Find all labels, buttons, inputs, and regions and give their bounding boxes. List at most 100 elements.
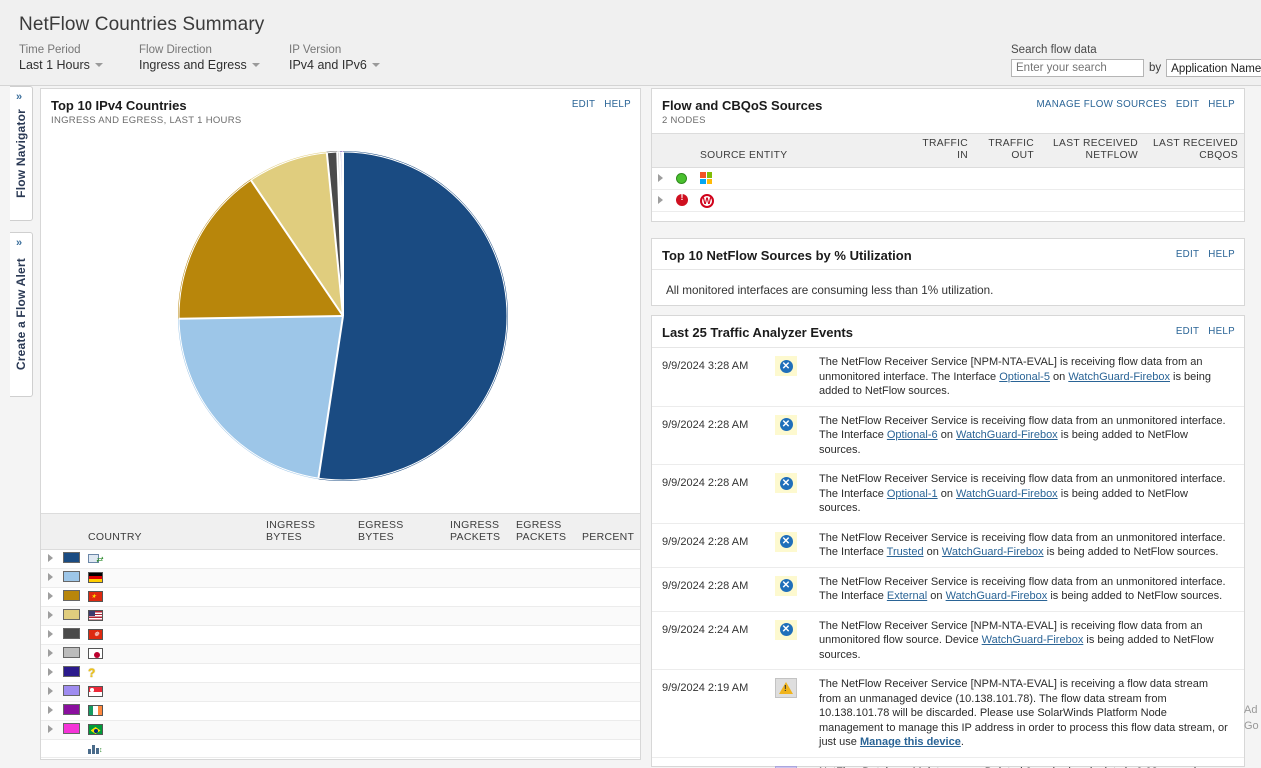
- tab-flow-navigator[interactable]: » Flow Navigator: [10, 86, 33, 221]
- event-link[interactable]: WatchGuard-Firebox: [942, 546, 1044, 558]
- event-link[interactable]: WatchGuard-Firebox: [956, 429, 1058, 441]
- chevron-right-icon: »: [16, 237, 22, 249]
- expand-toggle-icon[interactable]: [48, 706, 53, 714]
- expand-toggle-icon[interactable]: [48, 630, 53, 638]
- row-expand-cell[interactable]: [41, 626, 59, 645]
- table-row[interactable]: ❁: [41, 626, 640, 645]
- chevron-down-icon[interactable]: [252, 63, 260, 67]
- table-row[interactable]: [41, 702, 640, 721]
- expand-toggle-icon[interactable]: [48, 554, 53, 562]
- expand-toggle-icon[interactable]: [48, 611, 53, 619]
- search-input[interactable]: [1011, 59, 1144, 77]
- table-row[interactable]: [41, 683, 640, 702]
- row-country-cell[interactable]: [84, 702, 262, 721]
- src-col-traffic-out: TRAFFIC OUT: [974, 134, 1040, 168]
- src-row-traffic-out: [974, 168, 1040, 190]
- expand-toggle-icon[interactable]: [48, 668, 53, 676]
- expand-toggle-icon[interactable]: [48, 649, 53, 657]
- row-expand-cell[interactable]: [41, 683, 59, 702]
- expand-toggle-icon[interactable]: [48, 592, 53, 600]
- row-expand-cell[interactable]: [41, 550, 59, 569]
- row-country-cell[interactable]: ↕: [84, 740, 262, 758]
- row-country-cell[interactable]: ★: [84, 588, 262, 607]
- event-link[interactable]: Optional-6: [887, 429, 938, 441]
- table-row[interactable]: [41, 721, 640, 740]
- table-row[interactable]: ↕: [41, 740, 640, 758]
- countries-edit-link[interactable]: EDIT: [572, 99, 595, 110]
- event-message: The NetFlow Receiver Service [NPM-NTA-EV…: [819, 677, 1236, 750]
- row-expand-cell[interactable]: [41, 588, 59, 607]
- sources-help-link[interactable]: HELP: [1208, 99, 1235, 110]
- events-help-link[interactable]: HELP: [1208, 326, 1235, 337]
- table-row[interactable]: ?: [41, 664, 640, 683]
- table-row[interactable]: [41, 569, 640, 588]
- manage-flow-sources-link[interactable]: MANAGE FLOW SOURCES: [1036, 99, 1166, 110]
- filter-flow-direction-value[interactable]: Ingress and Egress: [139, 57, 269, 73]
- util-panel-actions: EDIT HELP: [1170, 249, 1235, 260]
- src-row-entity[interactable]: [694, 168, 902, 190]
- countries-table: COUNTRY INGRESS BYTES EGRESS BYTES INGRE…: [41, 513, 640, 758]
- table-row[interactable]: W: [652, 190, 1244, 212]
- util-edit-link[interactable]: EDIT: [1176, 249, 1199, 260]
- table-row[interactable]: ★: [41, 588, 640, 607]
- row-expand-cell[interactable]: [41, 664, 59, 683]
- chevron-down-icon[interactable]: [95, 63, 103, 67]
- table-row[interactable]: [652, 168, 1244, 190]
- row-country-cell[interactable]: [84, 721, 262, 740]
- expand-toggle-icon[interactable]: [48, 725, 53, 733]
- event-link[interactable]: WatchGuard-Firebox: [956, 488, 1058, 500]
- sources-edit-link[interactable]: EDIT: [1176, 99, 1199, 110]
- row-ingress-packets: [446, 683, 512, 702]
- watchguard-logo-icon: W: [700, 194, 714, 208]
- chevron-down-icon[interactable]: [372, 63, 380, 67]
- row-expand-cell[interactable]: [41, 569, 59, 588]
- table-row[interactable]: [41, 607, 640, 626]
- table-row[interactable]: ⇄: [41, 550, 640, 569]
- tab-create-flow-alert[interactable]: » Create a Flow Alert: [10, 232, 33, 397]
- table-row[interactable]: [41, 645, 640, 664]
- event-link[interactable]: Optional-5: [999, 371, 1050, 383]
- expand-toggle-icon[interactable]: [658, 196, 663, 204]
- row-country-cell[interactable]: [84, 683, 262, 702]
- row-expand-cell[interactable]: [41, 702, 59, 721]
- event-row: 9/9/2024 2:28 AM✕The NetFlow Receiver Se…: [652, 465, 1244, 524]
- row-expand-cell[interactable]: [41, 721, 59, 740]
- row-country-cell[interactable]: [84, 607, 262, 626]
- src-row-expand[interactable]: [652, 190, 670, 212]
- filter-time-period[interactable]: Time Period Last 1 Hours: [19, 44, 119, 73]
- event-link[interactable]: External: [887, 590, 927, 602]
- event-timestamp: 9/9/2024 1:30 AM: [662, 765, 767, 768]
- row-expand-cell[interactable]: [41, 645, 59, 664]
- filter-ip-version[interactable]: IP Version IPv4 and IPv6: [289, 44, 399, 73]
- event-icon-cell: ✕: [767, 531, 819, 553]
- row-country-cell[interactable]: [84, 569, 262, 588]
- row-country-cell[interactable]: ?: [84, 664, 262, 683]
- src-row-expand[interactable]: [652, 168, 670, 190]
- events-edit-link[interactable]: EDIT: [1176, 326, 1199, 337]
- expand-toggle-icon[interactable]: [658, 174, 663, 182]
- event-link[interactable]: Manage this device: [860, 736, 961, 748]
- info-glyph: ✕: [780, 579, 793, 592]
- event-link[interactable]: Trusted: [887, 546, 924, 558]
- event-link[interactable]: Optional-1: [887, 488, 938, 500]
- row-country-cell[interactable]: ❁: [84, 626, 262, 645]
- util-help-link[interactable]: HELP: [1208, 249, 1235, 260]
- event-link[interactable]: WatchGuard-Firebox: [1068, 371, 1170, 383]
- event-link[interactable]: WatchGuard-Firebox: [982, 634, 1084, 646]
- filter-ip-version-value[interactable]: IPv4 and IPv6: [289, 57, 399, 73]
- event-icon-cell: ✕: [767, 414, 819, 436]
- expand-toggle-icon[interactable]: [48, 573, 53, 581]
- row-expand-cell[interactable]: [41, 607, 59, 626]
- util-panel-title: Top 10 NetFlow Sources by % Utilization: [662, 248, 1234, 263]
- search-by-select[interactable]: Application Name: [1166, 59, 1261, 77]
- row-country-cell[interactable]: ⇄: [84, 550, 262, 569]
- countries-help-link[interactable]: HELP: [604, 99, 631, 110]
- src-row-status: [670, 168, 694, 190]
- expand-toggle-icon[interactable]: [48, 687, 53, 695]
- row-country-cell[interactable]: [84, 645, 262, 664]
- row-expand-cell[interactable]: [41, 740, 59, 758]
- src-row-entity[interactable]: W: [694, 190, 902, 212]
- filter-time-period-value[interactable]: Last 1 Hours: [19, 57, 119, 73]
- event-link[interactable]: WatchGuard-Firebox: [946, 590, 1048, 602]
- filter-flow-direction[interactable]: Flow Direction Ingress and Egress: [139, 44, 269, 73]
